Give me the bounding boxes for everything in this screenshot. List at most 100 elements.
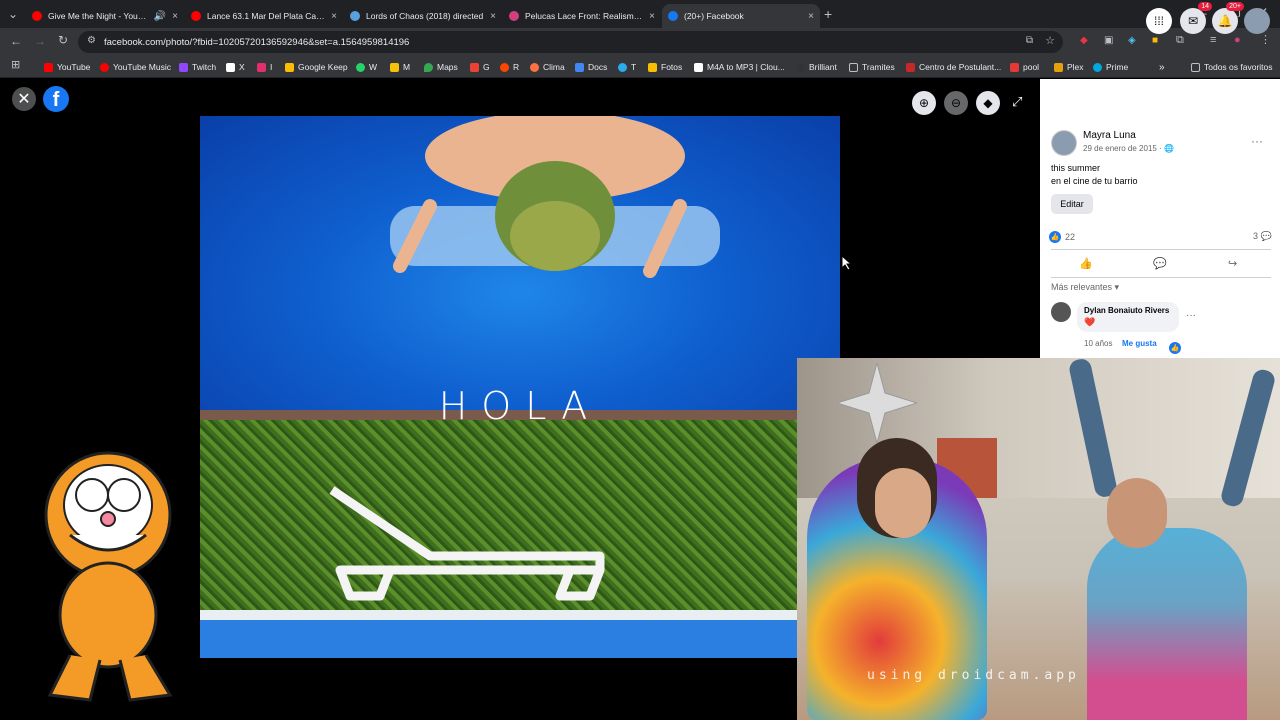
bookmark-youtube[interactable]: YouTube bbox=[44, 60, 90, 74]
bookmark-brilliant[interactable]: Brilliant bbox=[796, 60, 837, 74]
bookmark-prime[interactable]: Prime bbox=[1093, 60, 1128, 74]
youtube-icon bbox=[44, 62, 53, 72]
bookmark-twitch[interactable]: Twitch bbox=[179, 60, 216, 74]
globe-icon: 🌐 bbox=[1163, 144, 1174, 153]
reload-button[interactable]: ↻ bbox=[58, 33, 68, 47]
divider bbox=[1051, 277, 1271, 278]
facebook-logo[interactable]: f bbox=[43, 86, 69, 112]
bookmark-star-icon[interactable]: ☆ bbox=[1045, 34, 1055, 47]
share-button[interactable]: ↪ bbox=[1228, 257, 1237, 270]
person-left-face bbox=[875, 468, 931, 538]
tab-youtube-lance[interactable]: Lance 63.1 Mar Del Plata Canyo × bbox=[185, 4, 343, 28]
apps-grid-icon[interactable]: ⊞ bbox=[11, 58, 20, 71]
bookmark-maps[interactable]: Maps bbox=[424, 60, 458, 74]
extension-icon[interactable]: ▣ bbox=[1104, 35, 1113, 46]
speaker-icon[interactable]: 🔊 bbox=[154, 11, 166, 22]
more-bookmarks-icon[interactable]: » bbox=[1159, 60, 1165, 74]
comment-button[interactable]: 💬 bbox=[1153, 257, 1167, 270]
bookmark-tramites[interactable]: Tramites bbox=[849, 60, 895, 74]
menu-icon[interactable]: ⋮ bbox=[1260, 33, 1271, 46]
close-tab-icon[interactable]: × bbox=[490, 11, 496, 22]
bookmark-clima[interactable]: Clima bbox=[530, 60, 565, 74]
bookmark-label: Centro de Postulant... bbox=[919, 62, 1002, 72]
extension-icon[interactable]: ◈ bbox=[1128, 35, 1136, 46]
maps-icon bbox=[424, 62, 433, 72]
photo-overlay-text: HOLA bbox=[438, 384, 602, 428]
zoom-out-button[interactable]: ⊖ bbox=[944, 91, 968, 115]
x-icon bbox=[226, 62, 235, 72]
back-button[interactable]: ← bbox=[10, 34, 22, 48]
comment-sort-dropdown[interactable]: Más relevantes ▾ bbox=[1051, 282, 1119, 293]
sort-label: Más relevantes bbox=[1051, 282, 1113, 292]
comment-age[interactable]: 10 años bbox=[1084, 339, 1112, 348]
bookmark-fotos[interactable]: Fotos bbox=[648, 60, 682, 74]
forward-button[interactable]: → bbox=[34, 34, 46, 48]
extension-icon[interactable]: ◆ bbox=[1080, 35, 1088, 46]
bookmark-whatsapp[interactable]: W bbox=[356, 60, 377, 74]
brilliant-icon bbox=[796, 62, 805, 72]
all-bookmarks[interactable]: Todos os favoritos bbox=[1191, 60, 1273, 74]
author-name[interactable]: Mayra Luna bbox=[1083, 130, 1136, 141]
like-button[interactable]: 👍 bbox=[1079, 257, 1093, 270]
bookmark-youtube-music[interactable]: YouTube Music bbox=[100, 60, 171, 74]
tag-button[interactable]: ◆ bbox=[976, 91, 1000, 115]
bookmark-docs[interactable]: Docs bbox=[575, 60, 607, 74]
comment-like-button[interactable]: Me gusta bbox=[1122, 339, 1157, 348]
profile-icon[interactable]: ● bbox=[1234, 34, 1241, 46]
notifications-bell-icon[interactable]: 🔔 20+ bbox=[1212, 2, 1244, 34]
edit-button[interactable]: Editar bbox=[1051, 194, 1093, 214]
tab-search-icon[interactable]: ⌄ bbox=[8, 7, 18, 21]
comment-options-icon[interactable]: ··· bbox=[1186, 310, 1196, 321]
bookmark-label: I bbox=[270, 62, 273, 72]
bookmark-m4a-to-mp3[interactable]: M4A to MP3 | Clou... bbox=[694, 60, 785, 74]
new-tab-button[interactable]: + bbox=[824, 6, 832, 22]
post-date[interactable]: 29 de enero de 2015 · 🌐 bbox=[1083, 144, 1174, 153]
fullscreen-button[interactable]: ⤢ bbox=[1012, 94, 1022, 110]
bookmark-pool[interactable]: pool bbox=[1010, 60, 1039, 74]
weather-icon bbox=[530, 62, 539, 72]
close-tab-icon[interactable]: × bbox=[649, 11, 655, 22]
site-info-icon[interactable]: ⚙ bbox=[87, 35, 96, 46]
messenger-icon[interactable]: ✉ 14 bbox=[1180, 2, 1212, 34]
bookmark-label: Clima bbox=[543, 62, 565, 72]
menu-grid-icon[interactable]: ⁞⁞⁞ bbox=[1146, 8, 1172, 34]
bookmark-centro-de-postulantes[interactable]: Centro de Postulant... bbox=[906, 60, 1001, 74]
tab-lords-of-chaos[interactable]: Lords of Chaos (2018) directed × bbox=[344, 4, 502, 28]
install-icon[interactable]: ⧉ bbox=[1026, 35, 1033, 46]
bookmark-plex[interactable]: Plex bbox=[1054, 60, 1084, 74]
reddit-icon bbox=[500, 62, 509, 72]
media-control-icon[interactable]: ≡ bbox=[1210, 34, 1216, 46]
extension-icon[interactable]: ■ bbox=[1152, 35, 1158, 46]
account-avatar[interactable] bbox=[1244, 8, 1270, 34]
bookmark-telegram[interactable]: T bbox=[618, 60, 636, 74]
comments-count[interactable]: 3 💬 bbox=[1253, 231, 1272, 242]
close-viewer-button[interactable]: ✕ bbox=[12, 87, 36, 111]
tab-pelucas[interactable]: Pelucas Lace Front: Realismo y × bbox=[503, 4, 661, 28]
bookmark-label: G bbox=[483, 62, 490, 72]
tab-youtube-give-me-the-night[interactable]: Give Me the Night - YouTube 🔊 × bbox=[26, 4, 184, 28]
close-tab-icon[interactable]: × bbox=[808, 11, 814, 22]
bookmark-m[interactable]: M bbox=[390, 60, 410, 74]
reactions-summary[interactable]: 👍 22 bbox=[1049, 231, 1075, 243]
star-decoration bbox=[837, 363, 917, 443]
close-tab-icon[interactable]: × bbox=[172, 11, 178, 22]
tab-facebook[interactable]: (20+) Facebook × bbox=[662, 4, 820, 28]
bookmark-g[interactable]: G bbox=[470, 60, 490, 74]
bookmark-instagram[interactable]: I bbox=[257, 60, 272, 74]
notifications-badge: 20+ bbox=[1226, 2, 1244, 11]
bookmark-x[interactable]: X bbox=[226, 60, 245, 74]
extensions-puzzle-icon[interactable]: ⧉ bbox=[1176, 34, 1184, 47]
bookmark-reddit[interactable]: R bbox=[500, 60, 519, 74]
post-caption: this summer en el cine de tu barrio bbox=[1051, 162, 1138, 188]
commenter-avatar[interactable] bbox=[1051, 302, 1071, 322]
address-bar[interactable]: ⚙ facebook.com/photo/?fbid=1020572013659… bbox=[78, 31, 1063, 53]
close-tab-icon[interactable]: × bbox=[331, 11, 337, 22]
comment-icon: 💬 bbox=[1260, 231, 1272, 241]
bookmark-label: Tramites bbox=[862, 62, 895, 72]
more-options-icon[interactable]: ··· bbox=[1251, 134, 1263, 148]
zoom-in-button[interactable]: ⊕ bbox=[912, 91, 936, 115]
commenter-name[interactable]: Dylan Bonaiuto Rivers bbox=[1084, 306, 1169, 315]
prime-icon bbox=[1093, 62, 1102, 72]
bookmark-google-keep[interactable]: Google Keep bbox=[285, 60, 348, 74]
author-avatar[interactable] bbox=[1051, 130, 1077, 156]
